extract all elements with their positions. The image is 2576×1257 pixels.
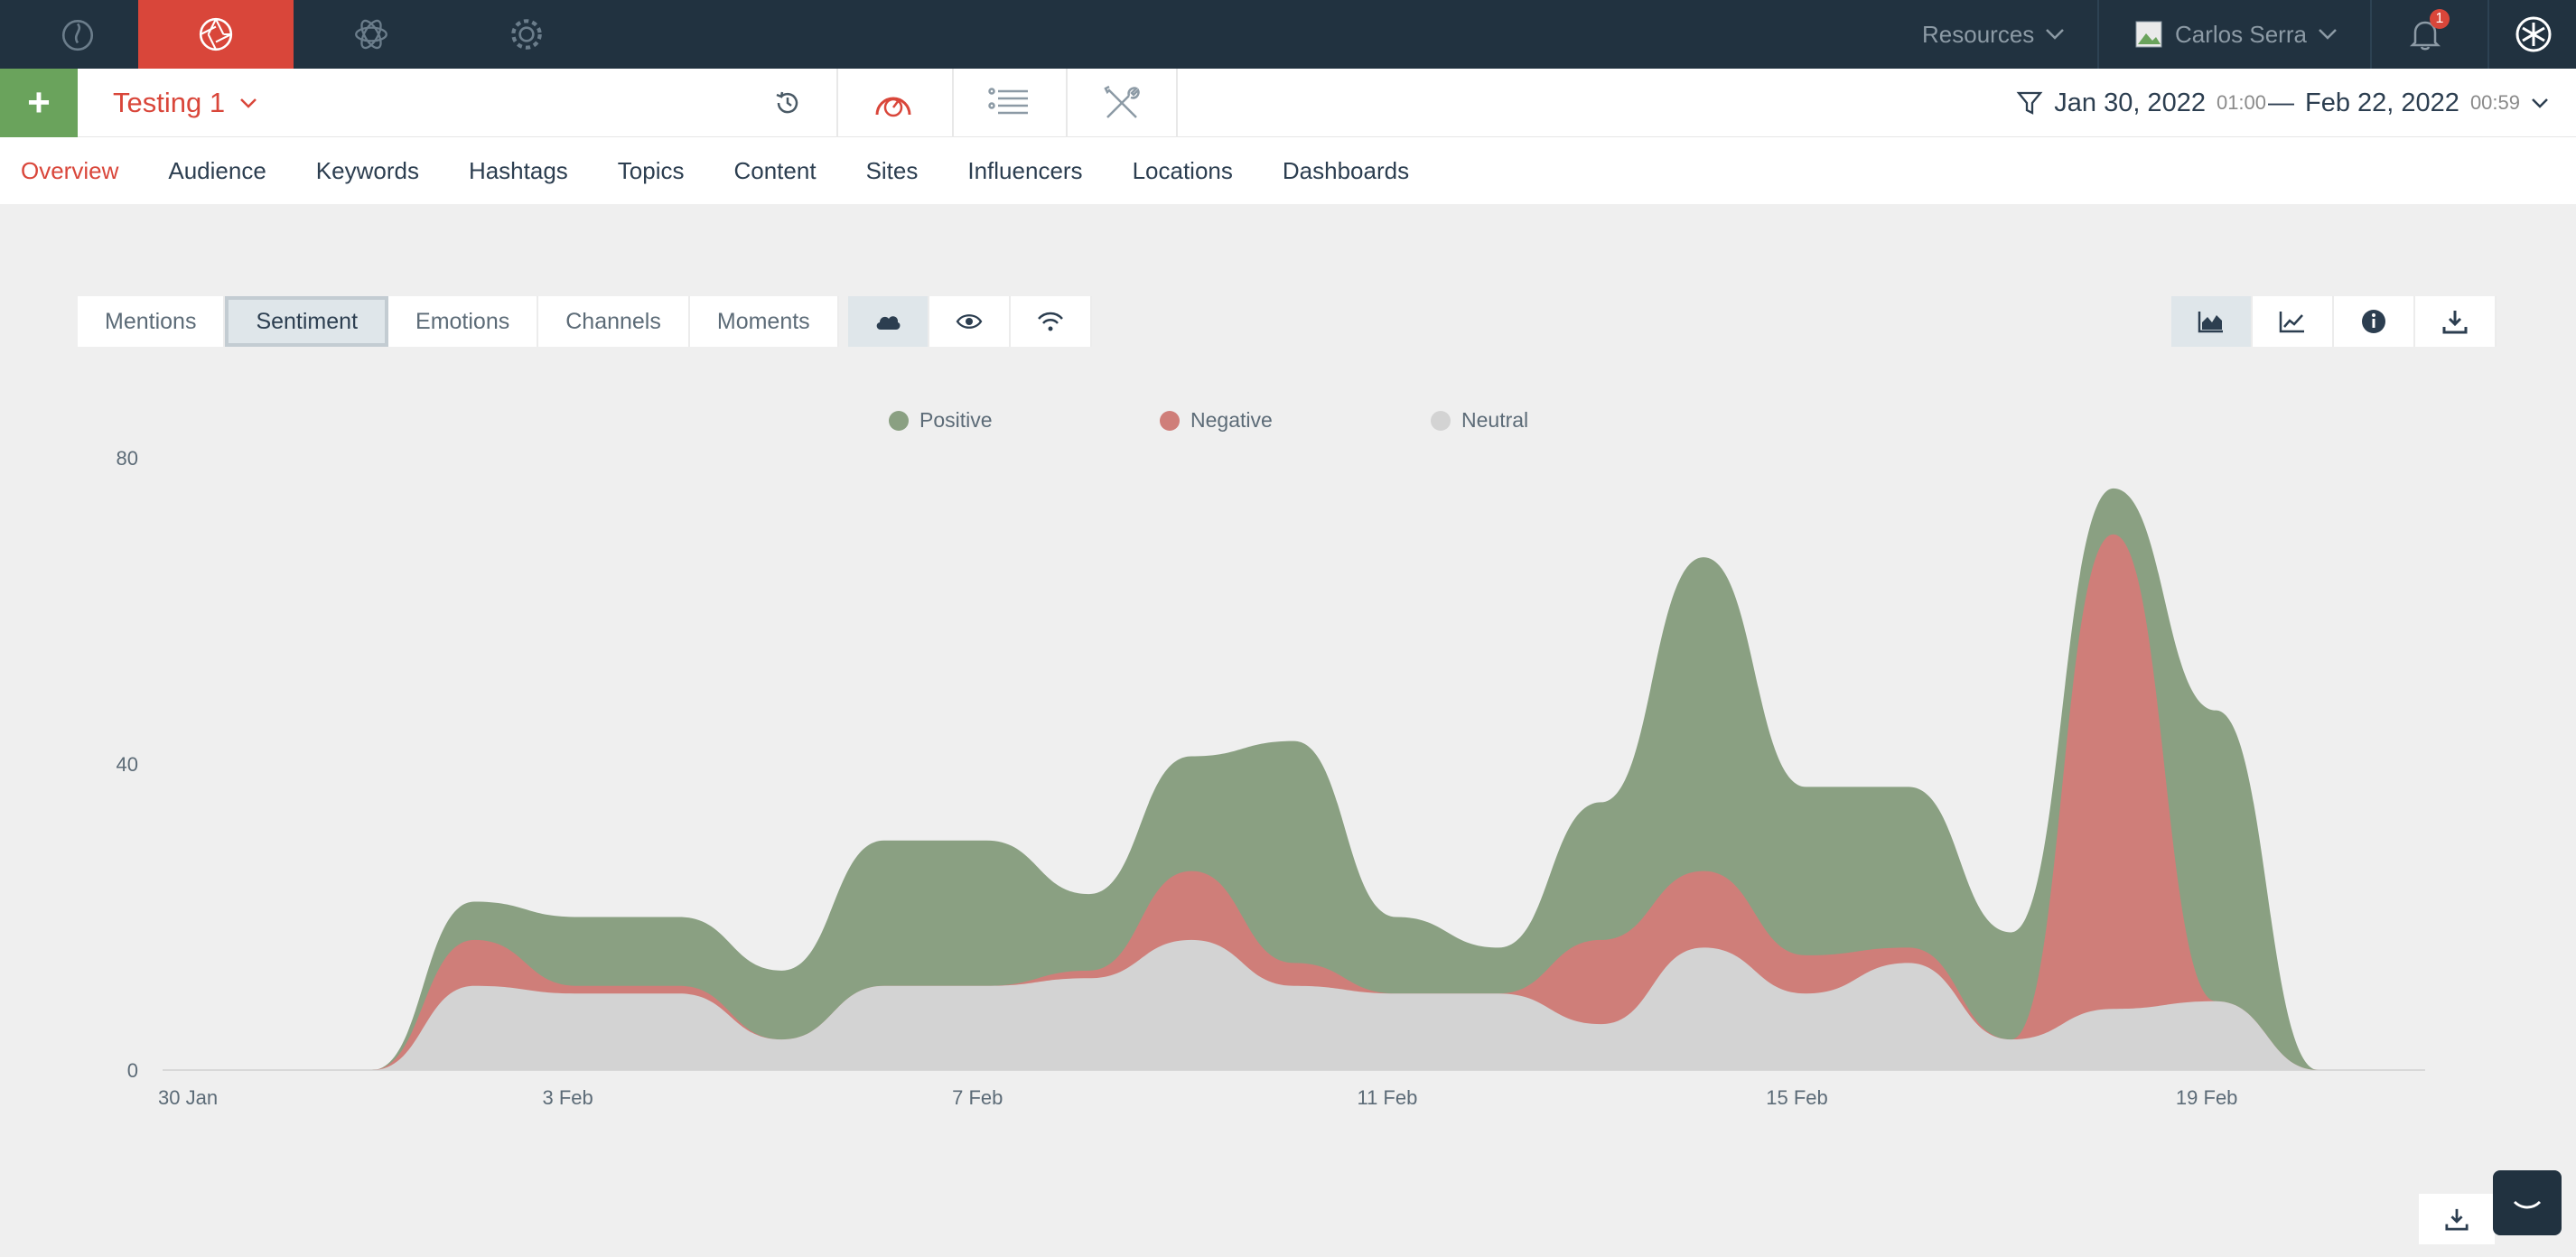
legend-neutral[interactable]: Neutral (1431, 408, 1528, 433)
chart-metric-selector: Mentions Sentiment Emotions Channels Mom… (78, 296, 1092, 347)
time-end: 00:59 (2469, 91, 2520, 114)
tab-topics[interactable]: Topics (618, 157, 685, 185)
chart-tab-channels[interactable]: Channels (538, 296, 690, 347)
user-name: Carlos Serra (2175, 20, 2307, 48)
legend-label: Negative (1190, 408, 1273, 432)
date-start: Jan 30, 2022 (2054, 88, 2206, 117)
chat-icon (2513, 1200, 2542, 1209)
eye-icon (956, 314, 983, 329)
chart-tab-emotions[interactable]: Emotions (388, 296, 539, 347)
download-icon (2442, 311, 2468, 334)
cloud-button[interactable] (847, 296, 929, 347)
chevron-down-icon (240, 98, 257, 108)
separator (2487, 0, 2489, 69)
notification-badge: 1 (2430, 9, 2450, 29)
tab-audience[interactable]: Audience (168, 157, 266, 185)
download-button[interactable] (2415, 296, 2497, 347)
atom-icon (355, 19, 387, 50)
x-tick-label: 15 Feb (1766, 1086, 1828, 1109)
tab-dashboards[interactable]: Dashboards (1283, 157, 1409, 185)
history-icon (776, 91, 798, 114)
legend-label: Neutral (1461, 408, 1529, 432)
add-button[interactable]: + (0, 69, 78, 137)
chat-button[interactable] (2493, 1170, 2562, 1235)
x-tick-label: 11 Feb (1357, 1086, 1417, 1109)
time-start: 01:00 (2216, 91, 2267, 114)
top-navigation-bar: Resources Carlos Serra 1 (0, 0, 2576, 69)
tab-locations[interactable]: Locations (1133, 157, 1233, 185)
tab-overview[interactable]: Overview (21, 157, 118, 185)
date-range-picker[interactable]: Jan 30, 2022 01:00 — Feb 22, 2022 00:59 (2016, 69, 2549, 137)
legend-swatch (1160, 410, 1180, 431)
tab-sites[interactable]: Sites (866, 157, 919, 185)
info-button[interactable] (2334, 296, 2415, 347)
tools-button[interactable] (1066, 69, 1178, 137)
tab-hashtags[interactable]: Hashtags (469, 157, 568, 185)
area-chart-button[interactable] (2171, 296, 2253, 347)
cloud-icon (876, 316, 901, 330)
chart-tab-mentions[interactable]: Mentions (78, 296, 226, 347)
filter-icon (2016, 91, 2043, 115)
legend-swatch (889, 410, 909, 431)
line-chart-button[interactable] (2253, 296, 2334, 347)
chart-tab-moments[interactable]: Moments (689, 296, 839, 347)
separator (2370, 0, 2372, 69)
aperture-icon (199, 17, 233, 51)
section-tabs: Overview Audience Keywords Hashtags Topi… (0, 137, 2576, 204)
area-chart-icon (2198, 312, 2223, 333)
separator (2097, 0, 2099, 69)
gear-icon (511, 19, 542, 50)
user-menu[interactable]: Carlos Serra (2135, 0, 2338, 69)
y-tick-label: 80 (117, 447, 138, 470)
info-icon (2362, 310, 2385, 333)
avatar (2135, 21, 2162, 48)
brand-logo-icon (2515, 16, 2552, 52)
nav-atom-button[interactable] (294, 0, 449, 69)
resources-label: Resources (1922, 20, 2035, 48)
resources-menu[interactable]: Resources (1922, 0, 2065, 69)
tab-keywords[interactable]: Keywords (316, 157, 419, 185)
tools-icon (1104, 85, 1140, 118)
gauge-icon (875, 97, 911, 117)
brand-logo-button[interactable] (2515, 0, 2553, 69)
nav-settings-button[interactable] (449, 0, 604, 69)
date-end: Feb 22, 2022 (2305, 88, 2459, 117)
wifi-icon (1037, 312, 1063, 331)
x-tick-label: 3 Feb (543, 1086, 593, 1109)
y-tick-label: 0 (127, 1059, 138, 1082)
legend-swatch (1431, 410, 1451, 431)
eye-button[interactable] (929, 296, 1011, 347)
nav-monitor-button[interactable] (0, 0, 155, 69)
legend-negative[interactable]: Negative (1160, 408, 1273, 433)
flame-icon (61, 19, 94, 51)
legend-label: Positive (919, 408, 993, 432)
chevron-down-icon (2046, 29, 2065, 40)
date-separator: — (2268, 88, 2295, 117)
dashboard-gauge-button[interactable] (836, 69, 948, 137)
legend-positive[interactable]: Positive (889, 408, 993, 433)
x-tick-label: 30 Jan (158, 1086, 218, 1109)
chevron-down-icon (2319, 29, 2337, 40)
tab-influencers[interactable]: Influencers (967, 157, 1082, 185)
export-button[interactable] (2419, 1194, 2495, 1244)
project-name: Testing 1 (113, 87, 226, 118)
list-icon (988, 88, 1028, 115)
x-tick-label: 19 Feb (2176, 1086, 2238, 1109)
line-chart-icon (2279, 312, 2304, 333)
wifi-button[interactable] (1010, 296, 1092, 347)
y-tick-label: 40 (117, 753, 138, 776)
history-button[interactable] (732, 69, 844, 137)
x-tick-label: 7 Feb (952, 1086, 1003, 1109)
nav-analytics-button[interactable] (138, 0, 294, 69)
chevron-down-icon (2532, 98, 2548, 108)
project-toolbar: + Testing 1 Jan 30, 2022 01:00 — Feb 22,… (0, 69, 2576, 137)
chart-view-controls (2171, 296, 2497, 347)
sentiment-area-chart: 0 40 80 30 Jan 3 Feb 7 Feb 11 Feb 15 Feb 19 Feb (117, 447, 2425, 1109)
project-selector[interactable]: Testing 1 (113, 69, 257, 137)
list-view-button[interactable] (952, 69, 1064, 137)
download-icon (2445, 1208, 2469, 1231)
tab-content[interactable]: Content (733, 157, 816, 185)
chart-tab-sentiment[interactable]: Sentiment (225, 296, 389, 347)
